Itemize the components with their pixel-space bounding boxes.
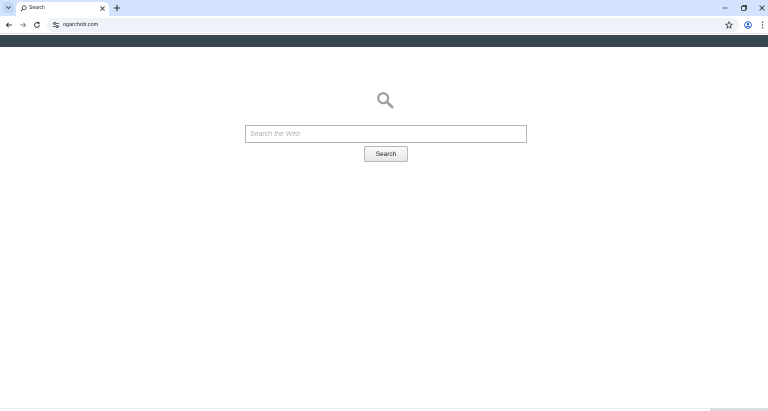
plus-icon[interactable] — [113, 4, 121, 12]
arrow-left-icon[interactable] — [5, 21, 13, 29]
tab-search-button[interactable] — [3, 2, 14, 13]
close-icon[interactable] — [99, 5, 106, 12]
browser-toolbar: ogarchrdr.com — [0, 16, 768, 34]
profile-icon[interactable] — [744, 21, 752, 29]
arrow-right-icon[interactable] — [19, 21, 27, 29]
search-button[interactable]: Search — [364, 146, 408, 162]
page-bottom-divider — [0, 408, 768, 409]
browser-tab[interactable]: Search — [16, 2, 109, 16]
reload-icon[interactable] — [33, 21, 41, 29]
close-window-icon[interactable] — [758, 4, 766, 12]
search-icon — [20, 5, 27, 12]
more-vertical-icon[interactable] — [760, 21, 765, 29]
search-icon — [377, 92, 394, 109]
tune-icon[interactable] — [52, 21, 60, 29]
page-header-banner — [0, 35, 768, 47]
search-input[interactable] — [245, 125, 527, 143]
minimize-icon[interactable] — [721, 4, 729, 12]
url-text[interactable]: ogarchrdr.com — [63, 20, 98, 30]
restore-icon[interactable] — [740, 4, 748, 12]
address-bar[interactable]: ogarchrdr.com — [47, 18, 739, 32]
star-icon[interactable] — [725, 21, 733, 29]
tab-strip: Search — [0, 0, 768, 16]
chevron-down-icon — [6, 6, 11, 10]
tab-title: Search — [29, 5, 45, 11]
